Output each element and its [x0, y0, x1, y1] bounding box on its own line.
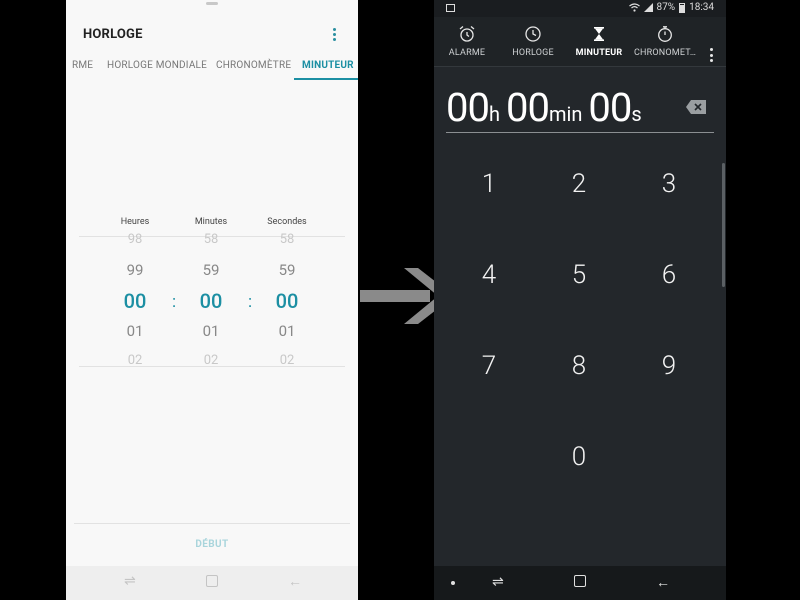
key-2[interactable]: 2 — [534, 154, 624, 214]
hours-header: Heures — [120, 217, 150, 227]
back-icon[interactable]: ← — [656, 574, 670, 591]
clock-icon — [525, 26, 541, 42]
minutes-value: 00 — [505, 84, 550, 131]
tab-minuteur-label: MINUTEUR — [575, 48, 623, 58]
key-0[interactable]: 0 — [534, 427, 624, 487]
display-underline — [446, 132, 714, 133]
scrollbar[interactable] — [722, 163, 725, 287]
backspace-icon[interactable] — [686, 100, 706, 114]
key-5[interactable]: 5 — [534, 245, 624, 305]
tab-minuteur[interactable]: MINUTEUR — [566, 17, 632, 67]
hours-selected-value: 00 — [123, 289, 147, 313]
seconds-header: Secondes — [267, 217, 307, 227]
key-9[interactable]: 9 — [624, 336, 714, 396]
home-icon[interactable] — [574, 575, 586, 587]
minutes-header: Minutes — [194, 217, 228, 227]
tab-horloge-label: HORLOGE — [512, 48, 554, 58]
hours-value: 00 — [446, 84, 490, 131]
bottom-divider — [74, 523, 350, 524]
tab-chronometre[interactable]: CHRONOMÈT… — [632, 17, 698, 67]
back-icon[interactable]: ← — [288, 573, 302, 590]
minutes-unit: min — [548, 102, 583, 126]
drag-handle[interactable] — [206, 2, 218, 5]
more-options-icon[interactable] — [326, 26, 342, 42]
minutes-selected-value: 00 — [199, 289, 223, 313]
wifi-icon — [628, 3, 640, 12]
app-title: HORLOGE — [83, 27, 143, 42]
seconds-value: 01 — [278, 322, 296, 340]
hours-value: 01 — [126, 322, 144, 340]
tab-chronometre-label: CHRONOMÈT… — [633, 48, 697, 58]
key-3[interactable]: 3 — [624, 154, 714, 214]
status-bar: 87% 18:34 — [434, 0, 726, 17]
home-icon[interactable] — [206, 575, 218, 587]
seconds-value: 02 — [279, 353, 295, 368]
tab-chronometre[interactable]: CHRONOMÈTRE — [216, 60, 291, 71]
key-8[interactable]: 8 — [534, 336, 624, 396]
right-phone-screen: 87% 18:34 ALARME HORLOGE MINUTEUR CHRONO… — [434, 0, 726, 600]
seconds-selected-value: 00 — [275, 289, 299, 313]
stopwatch-icon — [658, 26, 672, 42]
minutes-value: 01 — [202, 322, 220, 340]
seconds-unit: s — [631, 102, 642, 126]
seconds-value: 59 — [278, 261, 296, 279]
hours-unit: h — [488, 102, 500, 126]
recent-apps-icon[interactable]: ⇌ — [492, 574, 504, 590]
minutes-value: 02 — [203, 353, 219, 368]
tab-horloge[interactable]: HORLOGE — [500, 17, 566, 67]
hours-value: 99 — [126, 261, 144, 279]
recent-apps-icon[interactable]: ⇌ — [124, 573, 136, 589]
tab-alarme[interactable]: ALARME — [434, 17, 500, 67]
signal-icon — [643, 3, 653, 12]
minutes-seconds-separator: : — [248, 292, 253, 312]
timer-display: 00h 00min 00s — [446, 84, 648, 132]
tab-minuteur[interactable]: MINUTEUR — [302, 60, 354, 71]
navigation-bar: ⇌ ← — [66, 566, 358, 600]
status-time: 18:34 — [689, 2, 714, 13]
key-6[interactable]: 6 — [624, 245, 714, 305]
navigation-bar: ⇌ ← — [434, 566, 726, 600]
dot-icon — [451, 581, 455, 585]
hours-value: 98 — [127, 232, 143, 247]
battery-icon — [679, 2, 686, 13]
start-button[interactable]: DÉBUT — [66, 539, 358, 550]
left-phone-screen: HORLOGE RME HORLOGE MONDIALE CHRONOMÈTRE… — [66, 0, 358, 600]
hourglass-icon — [594, 27, 604, 41]
minutes-value: 58 — [203, 232, 219, 247]
key-7[interactable]: 7 — [444, 336, 534, 396]
tab-bar: RME HORLOGE MONDIALE CHRONOMÈTRE MINUTEU… — [66, 52, 358, 80]
key-4[interactable]: 4 — [444, 245, 534, 305]
minutes-value: 59 — [202, 261, 220, 279]
tab-alarme-label: ALARME — [448, 48, 486, 58]
hours-value: 02 — [127, 353, 143, 368]
image-notification-icon — [446, 4, 455, 12]
seconds-value: 58 — [279, 232, 295, 247]
seconds-value: 00 — [588, 84, 632, 131]
tab-horloge-mondiale[interactable]: HORLOGE MONDIALE — [107, 60, 207, 71]
tab-alarme[interactable]: RME — [72, 60, 93, 71]
hours-minutes-separator: : — [172, 292, 177, 312]
more-options-icon[interactable] — [708, 48, 714, 62]
active-tab-indicator — [294, 78, 358, 80]
alarm-icon — [459, 26, 475, 42]
battery-percent: 87% — [656, 2, 676, 13]
key-1[interactable]: 1 — [444, 154, 534, 214]
tab-bar: ALARME HORLOGE MINUTEUR CHRONOMÈT… — [434, 17, 726, 67]
